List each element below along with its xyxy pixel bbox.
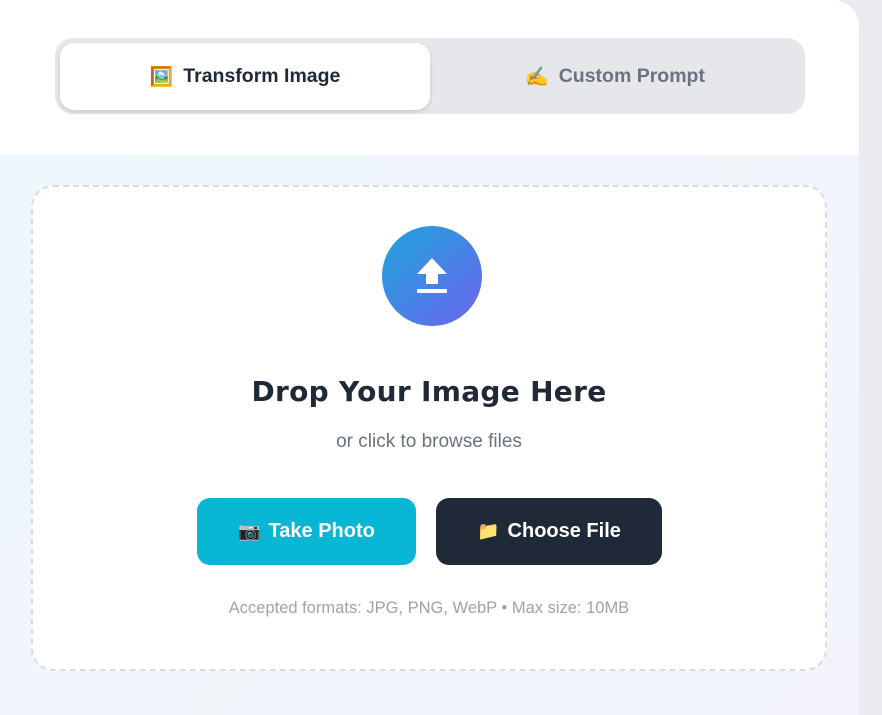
camera-icon: 📷 xyxy=(238,521,261,541)
tab-transform-image[interactable]: 🖼️ Transform Image xyxy=(60,43,430,110)
upload-icon xyxy=(382,226,482,326)
app-card: 🖼️ Transform Image ✍️ Custom Prompt Drop… xyxy=(0,0,859,715)
dropzone-subtitle: or click to browse files xyxy=(336,431,522,452)
tab-custom-prompt[interactable]: ✍️ Custom Prompt xyxy=(430,43,800,110)
tab-custom-prompt-label: Custom Prompt xyxy=(558,65,705,87)
tab-transform-image-label: Transform Image xyxy=(183,65,341,87)
choose-file-label: Choose File xyxy=(507,520,621,542)
writing-hand-icon: ✍️ xyxy=(525,66,549,88)
folder-icon: 📁 xyxy=(477,521,500,541)
take-photo-label: Take Photo xyxy=(268,520,375,542)
image-dropzone[interactable]: Drop Your Image Here or click to browse … xyxy=(31,185,827,671)
picture-icon: 🖼️ xyxy=(149,66,174,88)
choose-file-button[interactable]: 📁 Choose File xyxy=(436,498,662,565)
take-photo-button[interactable]: 📷 Take Photo xyxy=(197,498,416,565)
mode-tab-bar: 🖼️ Transform Image ✍️ Custom Prompt xyxy=(55,38,805,114)
dropzone-title: Drop Your Image Here xyxy=(251,375,607,408)
accepted-formats-note: Accepted formats: JPG, PNG, WebP • Max s… xyxy=(228,599,630,617)
